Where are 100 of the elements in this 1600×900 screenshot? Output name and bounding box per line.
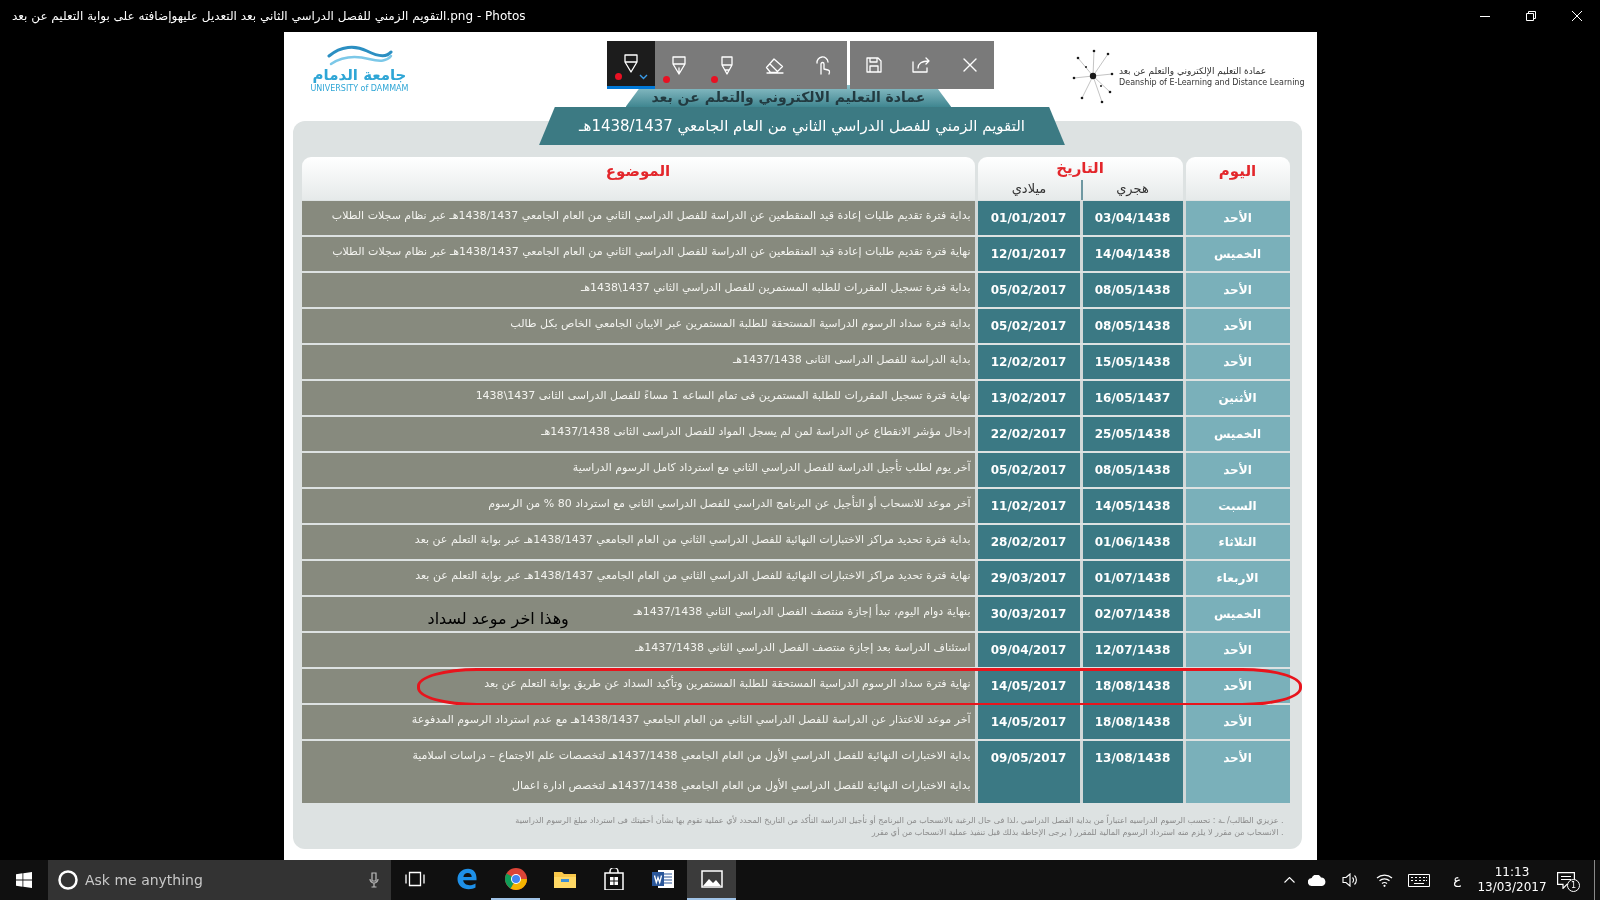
ink-dot-icon (710, 76, 718, 83)
microphone-icon (369, 872, 379, 888)
ink-tool-button[interactable] (606, 41, 655, 89)
share-icon (912, 57, 931, 73)
column-header: التاريخ (1056, 159, 1104, 178)
chrome-browser-icon (504, 868, 527, 890)
clock-date: 13/03/2017 (1477, 880, 1547, 895)
chevron-down-icon (638, 74, 648, 80)
chevron-up-icon (1283, 877, 1295, 883)
day-cell: الأحد (1185, 345, 1290, 379)
table-cell: آخر موعد للانسحاب أو التأجيل عن البرنامج الدراسي للفصل الدراسي الثاني مع استرداد 80 % من الرسوم (301, 489, 975, 523)
date-cell: 14/05/2017 (977, 705, 1080, 739)
date-cell: 08/05/1438 (1082, 309, 1183, 343)
date-cell: 22/02/2017 (977, 417, 1080, 451)
date-cell: 11/02/2017 (977, 489, 1080, 523)
close-icon (962, 58, 977, 72)
date-cell: 14/04/1438 (1082, 237, 1183, 271)
date-cell: 30/03/2017 (977, 597, 1080, 631)
dot-network-icon (1072, 48, 1115, 104)
table-cell: نهاية فترة تقديم طلبات إعادة قيد المنقطعين عن الدراسة للفصل الدراسي الثاني من العام الجامعي 1438/1437هـ عبر نظام سجلات الطلاب (301, 237, 975, 271)
date-cell: 18/08/1438 (1082, 669, 1183, 703)
pen-icon (622, 54, 639, 73)
day-cell: الأحد (1185, 669, 1290, 703)
subcolumn-header: ميلادي (1010, 180, 1048, 198)
table-cell: نهاية فترة تسجيل المقررات للطلبة المستمرين فى تمام الساعه 1 مساءً للفصل الدراسى الثانى 1437\1438 (301, 381, 975, 415)
date-cell: 13/02/2017 (977, 381, 1080, 415)
action-center-button[interactable]: 1 (1547, 860, 1585, 900)
table-cell: آخر موعد للاعتذار عن الدراسة للفصل الدراسي الثاني من العام الجامعي 1438/1437هـ مع عدم استرداد الرسوم المدفوعة (301, 705, 975, 739)
message-icon (1557, 871, 1575, 889)
close-icon (1572, 11, 1582, 21)
date-cell: 13/08/1438 (1082, 741, 1183, 803)
ink-dot-icon (662, 76, 670, 83)
date-cell: 09/05/2017 (977, 741, 1080, 803)
date-cell: 18/08/1438 (1082, 705, 1183, 739)
day-cell: الثلاثاء (1185, 525, 1290, 559)
table-cell: بداية الدراسة للفصل الدراسى الثانى 1437/1438هـ (301, 345, 975, 379)
date-cell: 14/05/1438 (1082, 489, 1183, 523)
edge-browser-icon (455, 868, 478, 890)
save-icon (865, 57, 882, 73)
keyboard-icon (1408, 873, 1430, 887)
footnote-text: . عزيزي الطالب/ ـة : تحسب الرسوم الدراسيه اعتباراً من بداية الفصل الدراسي ،لذا فى حال الرغبة بالانسحاب من البرنامج أو تأجيل الدراسة التأكد من التاريخ المحدد لأي عملية تقوم بها بشأن أحقيتك فى استرداد مبلغ الرسوم الدراسية (514, 815, 1284, 827)
day-cell: الأثنين (1185, 381, 1290, 415)
date-cell: 01/07/1438 (1082, 561, 1183, 595)
taskbar-app-button[interactable] (687, 860, 736, 900)
task-view-icon (405, 871, 425, 887)
day-cell: الخميس (1185, 597, 1290, 631)
shopping-bag-icon (603, 868, 624, 890)
day-cell: الأحد (1185, 273, 1290, 307)
day-cell: الأحد (1185, 741, 1290, 803)
date-cell: 05/02/2017 (977, 273, 1080, 307)
logo-text: جامعة الدمام (312, 66, 407, 84)
day-cell: السبت (1185, 489, 1290, 523)
table-cell: إدخال مؤشر الانقطاع عن الدراسة لمن لم يسجل المواد للفصل الدراسى الثانى 1437/1438هـ (301, 417, 975, 451)
logo-subtitle: Deanship of E-Learning and Distance Learning (1119, 77, 1305, 88)
date-cell: 05/02/2017 (977, 309, 1080, 343)
date-cell: 08/05/1438 (1082, 453, 1183, 487)
date-cell: 02/07/1438 (1082, 597, 1183, 631)
date-cell: 12/07/1438 (1082, 633, 1183, 667)
ring-icon (58, 870, 78, 890)
date-cell: 29/03/2017 (977, 561, 1080, 595)
table-cell: بداية فترة تحديد مراكز الاختبارات النهائية للفصل الدراسي الثاني من العام الجامعي 1438/1437هـ عبر بوابة التعلم عن بعد (301, 525, 975, 559)
date-cell: 01/01/2017 (977, 201, 1080, 235)
restore-icon (1526, 11, 1536, 21)
search-placeholder: Ask me anything (85, 871, 203, 889)
day-cell: الأحد (1185, 705, 1290, 739)
day-cell: الخميس (1185, 237, 1290, 271)
landscape-picture-icon (700, 870, 723, 888)
date-cell: 01/06/1438 (1082, 525, 1183, 559)
table-cell: استئناف الدراسة بعد إجازة منتصف الفصل الدراسي الثاني 1437/1438هـ (301, 633, 975, 667)
date-cell: 25/05/1438 (1082, 417, 1183, 451)
clock-time: 11:13 (1494, 865, 1530, 880)
title-banner: التقويم الزمني للفصل الدراسي الثاني من العام الجامعي 1438/1437هـ (539, 107, 1065, 145)
notification-count: 1 (1567, 879, 1580, 892)
day-cell: الأحد (1185, 633, 1290, 667)
date-cell: 08/05/1438 (1082, 273, 1183, 307)
table-cell: نهاية فترة سداد الرسوم الدراسية المستحقة للطلبة المستمرين وتأكيد السداد عن طريق بوابة التعلم عن بعد (301, 669, 975, 703)
hand-pointer-icon (813, 55, 832, 75)
search-field[interactable]: Ask me anything (48, 860, 391, 900)
folder-icon (553, 870, 576, 888)
minimize-icon (1480, 15, 1490, 17)
subcolumn-header: هجري (1115, 180, 1150, 198)
table-cell: بداية فترة تقديم طلبات إعادة قيد المنقطعين عن الدراسة للفصل الدراسي الثاني من العام الجامعي 1438/1437هـ عبر نظام سجلات الطلاب (301, 201, 975, 235)
day-cell: الأحد (1185, 201, 1290, 235)
logo-subtitle: UNIVERSITY of DAMMAM (310, 84, 409, 94)
day-cell: الأحد (1185, 453, 1290, 487)
date-cell: 09/04/2017 (977, 633, 1080, 667)
logo-text: عمادة التعليم الإلكتروني والتعلم عن بعد (1119, 64, 1267, 77)
date-cell: 12/02/2017 (977, 345, 1080, 379)
date-cell: 28/02/2017 (977, 525, 1080, 559)
table-cell: نهاية فترة تحديد مراكز الاختبارات النهائية للفصل الدراسي الثاني من العام الجامعي 1438/1437هـ عبر بوابة التعلم عن بعد (301, 561, 975, 595)
date-cell: 12/01/2017 (977, 237, 1080, 271)
ink-dot-icon (614, 73, 622, 80)
clock-button[interactable]: 11:13 13/03/2017 (1477, 860, 1547, 900)
pencil-icon (719, 55, 734, 75)
table-cell: آخر يوم لطلب تأجيل الدراسة للفصل الدراسي الثاني مع استرداد كامل الرسوم الدراسية (301, 453, 975, 487)
day-cell: الأحد (1185, 309, 1290, 343)
day-cell: الخميس (1185, 417, 1290, 451)
wifi-icon (1375, 873, 1393, 887)
input-language-button[interactable]: ع (1437, 860, 1477, 900)
handwritten-note: وهذا اخر موعد لسداد (427, 609, 569, 629)
